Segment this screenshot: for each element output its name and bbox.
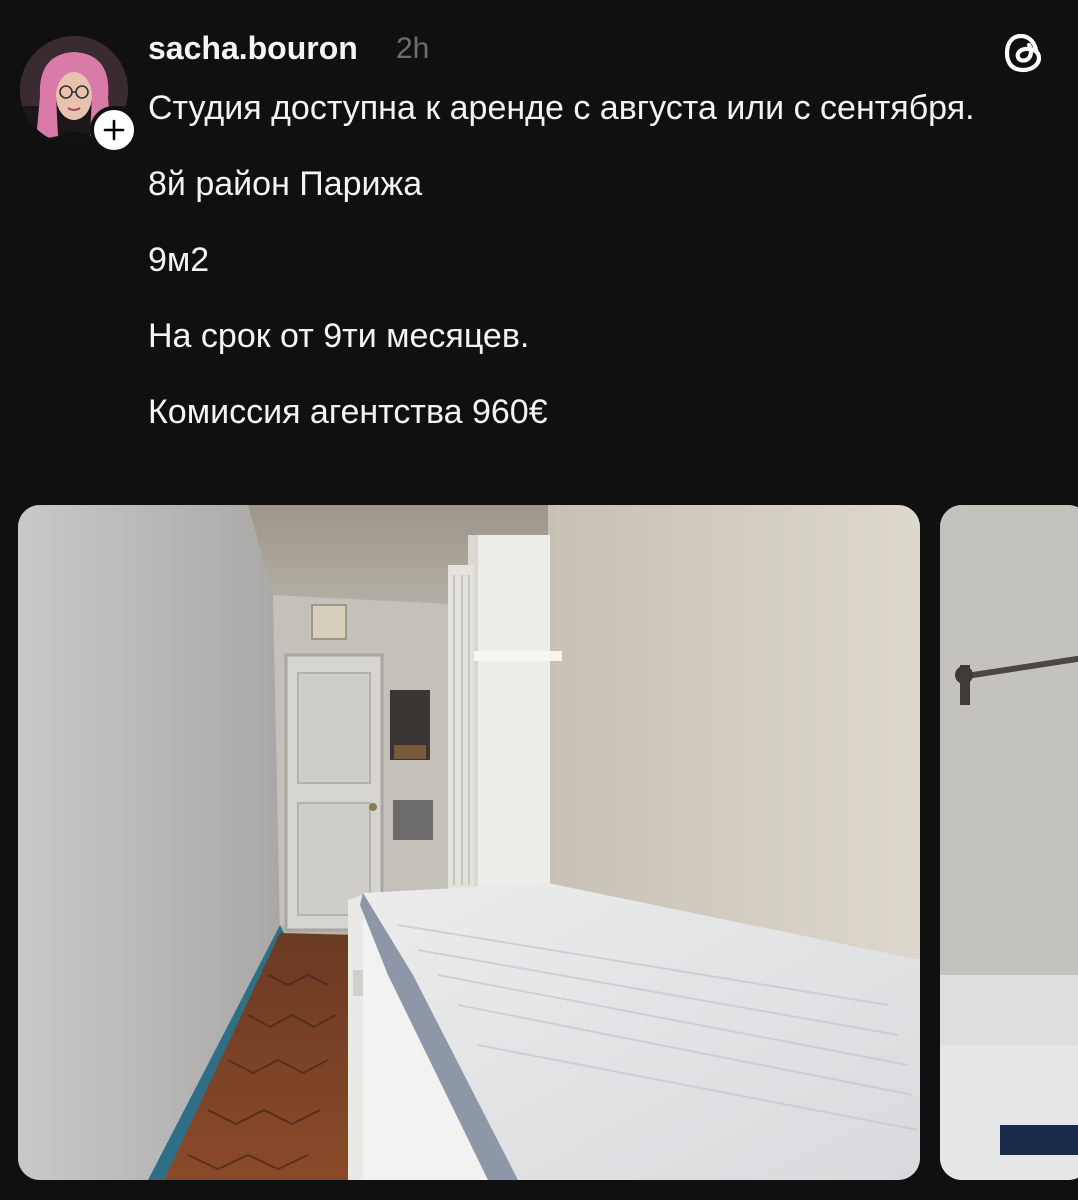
- threads-logo-icon[interactable]: [1000, 28, 1050, 78]
- follow-button[interactable]: [90, 106, 138, 154]
- author-username[interactable]: sacha.bouron: [148, 30, 358, 67]
- post-paragraph: 8й район Парижа: [148, 165, 423, 203]
- author-avatar-wrap[interactable]: [20, 36, 138, 154]
- post-paragraph: 9м2: [148, 241, 210, 279]
- post-paragraph: На срок от 9ти месяцев.: [148, 317, 530, 355]
- post-paragraph: Комиссия агентства 960€: [148, 393, 548, 431]
- post-paragraph: Студия доступна к аренде с августа или с…: [148, 89, 975, 127]
- post-body: Студия доступна к аренде с августа или с…: [148, 84, 1028, 464]
- post-photo-studio[interactable]: [18, 505, 920, 1180]
- plus-icon: [103, 119, 125, 141]
- studio-room-image: [18, 505, 920, 1180]
- post-timestamp: 2h: [396, 32, 430, 65]
- bathroom-image: [940, 505, 1078, 1180]
- post-photo-bathroom[interactable]: [940, 505, 1078, 1180]
